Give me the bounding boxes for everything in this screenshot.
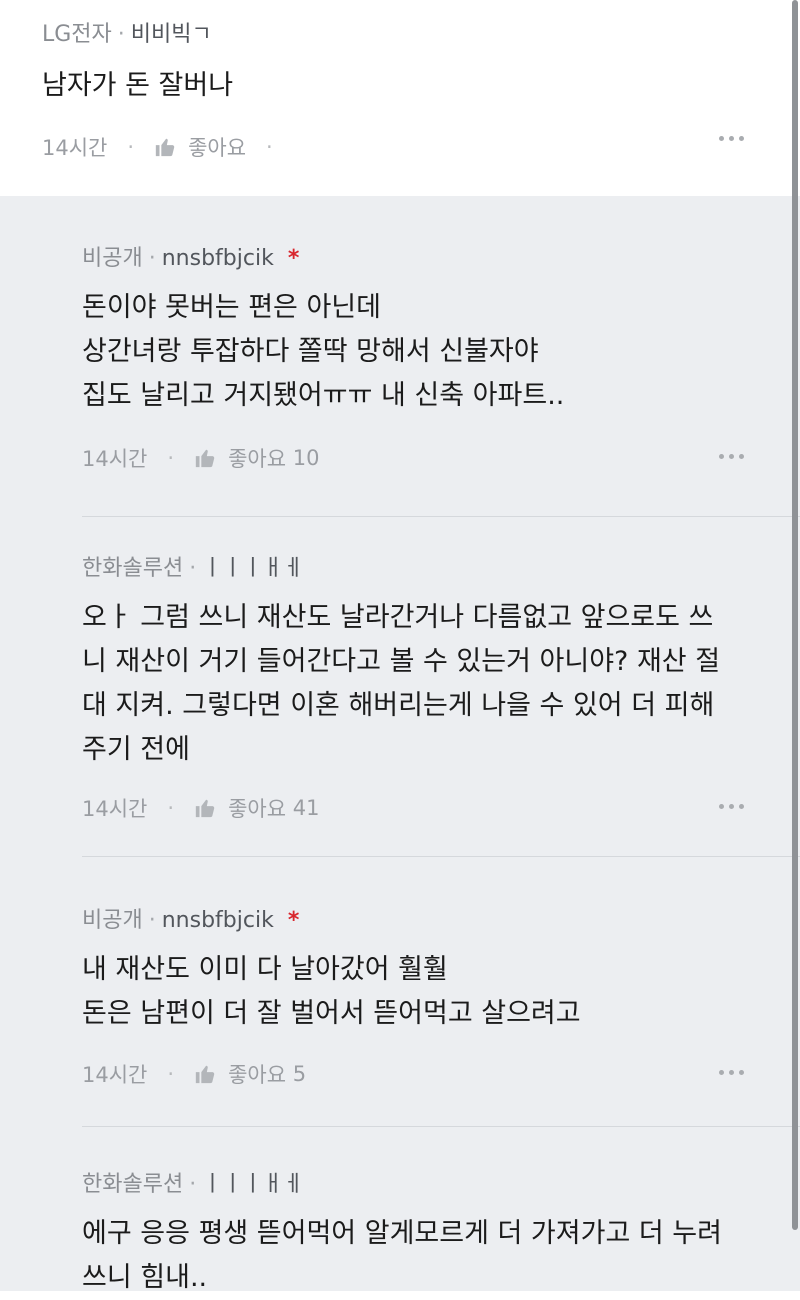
divider	[82, 516, 800, 517]
like-button[interactable]: 좋아요	[154, 132, 246, 162]
thumbs-up-icon	[195, 449, 215, 468]
reply-footer: 14시간 · 좋아요 5	[82, 1059, 306, 1089]
reply-line: 주기 전에	[82, 734, 190, 765]
more-dots-icon	[719, 804, 724, 809]
author-company[interactable]: 한화솔루션	[82, 556, 183, 581]
scrollbar[interactable]	[792, 0, 798, 1230]
meta-separator: ·	[189, 556, 197, 581]
author-nickname[interactable]: ㅣㅣㅣㅐㅔ	[202, 1172, 303, 1197]
author-mark: *	[287, 246, 300, 271]
reply-line: 쓰니 힘내..	[82, 1262, 208, 1293]
reply-author: 한화솔루션 · ㅣㅣㅣㅐㅔ	[82, 1166, 303, 1198]
reply-line: 돈은 남편이 더 잘 벌어서 뜯어먹고 살으려고	[82, 998, 581, 1029]
like-button[interactable]: 좋아요 5	[194, 1059, 306, 1089]
like-count: 10	[292, 446, 320, 470]
reply-author: 한화솔루션 · ㅣㅣㅣㅐㅔ	[82, 550, 303, 582]
author-nickname[interactable]: ㅣㅣㅣㅐㅔ	[202, 556, 303, 581]
more-options-button[interactable]	[719, 454, 744, 459]
author-company[interactable]: 비공개	[82, 908, 143, 933]
meta-separator: ·	[148, 908, 156, 933]
meta-separator: ·	[189, 1172, 197, 1197]
reply-list: 비공개 · nnsbfbjcik * 돈이야 못버는 편은 아닌데 상간녀랑 투잡하다…	[0, 196, 800, 1293]
comment-post: LG전자 · 비비빅ㄱ 남자가 돈 잘버나 14시간 · 좋아요 ·	[0, 0, 800, 196]
reply-footer: 14시간 · 좋아요 10	[82, 443, 319, 473]
more-dots-icon	[719, 1070, 724, 1075]
reply-line: 오ㅏ 그럼 쓰니 재산도 날라간거나 다름없고 앞으로도 쓰	[82, 602, 714, 633]
author-company[interactable]: 비공개	[82, 246, 143, 271]
reply-line: 돈이야 못버는 편은 아닌데	[82, 292, 381, 323]
more-options-button[interactable]	[719, 136, 744, 141]
reply-footer: 14시간 · 좋아요 41	[82, 793, 319, 823]
reply-line: 상간녀랑 투잡하다 쫄딱 망해서 신불자야	[82, 336, 539, 367]
like-button[interactable]: 좋아요 41	[194, 793, 319, 823]
comment-text: 남자가 돈 잘버나	[42, 70, 234, 101]
more-dots-icon	[719, 454, 724, 459]
meta-separator: ·	[167, 1062, 175, 1086]
thumbs-up-icon	[195, 1065, 215, 1084]
meta-separator: ·	[167, 796, 175, 820]
author-nickname[interactable]: 비비빅ㄱ	[131, 22, 212, 47]
like-label: 좋아요	[228, 1063, 287, 1087]
reply-text: 오ㅏ 그럼 쓰니 재산도 날라간거나 다름없고 앞으로도 쓰 니 재산이 거기 …	[82, 596, 762, 772]
like-count: 5	[292, 1062, 307, 1086]
reply-time: 14시간	[82, 447, 148, 471]
divider	[82, 856, 800, 857]
author-company[interactable]: 한화솔루션	[82, 1172, 183, 1197]
meta-separator: ·	[127, 135, 135, 159]
reply-text: 내 재산도 이미 다 날아갔어 훨훨 돈은 남편이 더 잘 벌어서 뜯어먹고 살…	[82, 948, 762, 1036]
reply-time: 14시간	[82, 797, 148, 821]
reply-line: 내 재산도 이미 다 날아갔어 훨훨	[82, 954, 448, 985]
more-options-button[interactable]	[719, 1070, 744, 1075]
author-mark: *	[287, 908, 300, 933]
meta-separator: ·	[167, 446, 175, 470]
reply-time: 14시간	[82, 1063, 148, 1087]
more-dots-icon	[719, 136, 724, 141]
thumbs-up-icon	[195, 799, 215, 818]
divider	[82, 1126, 800, 1127]
reply-text: 돈이야 못버는 편은 아닌데 상간녀랑 투잡하다 쫄딱 망해서 신불자야 집도 …	[82, 286, 762, 418]
meta-separator: ·	[266, 135, 273, 159]
reply-line: 대 지켜. 그렇다면 이혼 해버리는게 나을 수 있어 더 피해	[82, 690, 715, 721]
meta-separator: ·	[117, 22, 125, 47]
comment-footer: 14시간 · 좋아요 ·	[42, 132, 293, 162]
more-options-button[interactable]	[719, 804, 744, 809]
like-label: 좋아요	[228, 447, 287, 471]
like-count: 41	[292, 796, 320, 820]
comment-author: LG전자 · 비비빅ㄱ	[42, 16, 212, 48]
meta-separator: ·	[148, 246, 156, 271]
thumbs-up-icon	[155, 138, 175, 157]
like-label: 좋아요	[228, 797, 287, 821]
author-company[interactable]: LG전자	[42, 22, 112, 47]
comment-time: 14시간	[42, 136, 108, 160]
author-nickname[interactable]: nnsbfbjcik	[162, 246, 274, 271]
reply-text: 에구 응응 평생 뜯어먹어 알게모르게 더 가져가고 더 누려 쓰니 힘내..	[82, 1212, 762, 1300]
reply-line: 에구 응응 평생 뜯어먹어 알게모르게 더 가져가고 더 누려	[82, 1218, 722, 1249]
like-button[interactable]: 좋아요 10	[194, 443, 319, 473]
reply-author: 비공개 · nnsbfbjcik *	[82, 240, 299, 272]
reply-author: 비공개 · nnsbfbjcik *	[82, 902, 299, 934]
author-nickname[interactable]: nnsbfbjcik	[162, 908, 274, 933]
like-label: 좋아요	[188, 136, 247, 160]
reply-line: 집도 날리고 거지됐어ㅠㅠ 내 신축 아파트..	[82, 380, 565, 411]
reply-line: 니 재산이 거기 들어간다고 볼 수 있는거 아니야? 재산 절	[82, 646, 721, 677]
